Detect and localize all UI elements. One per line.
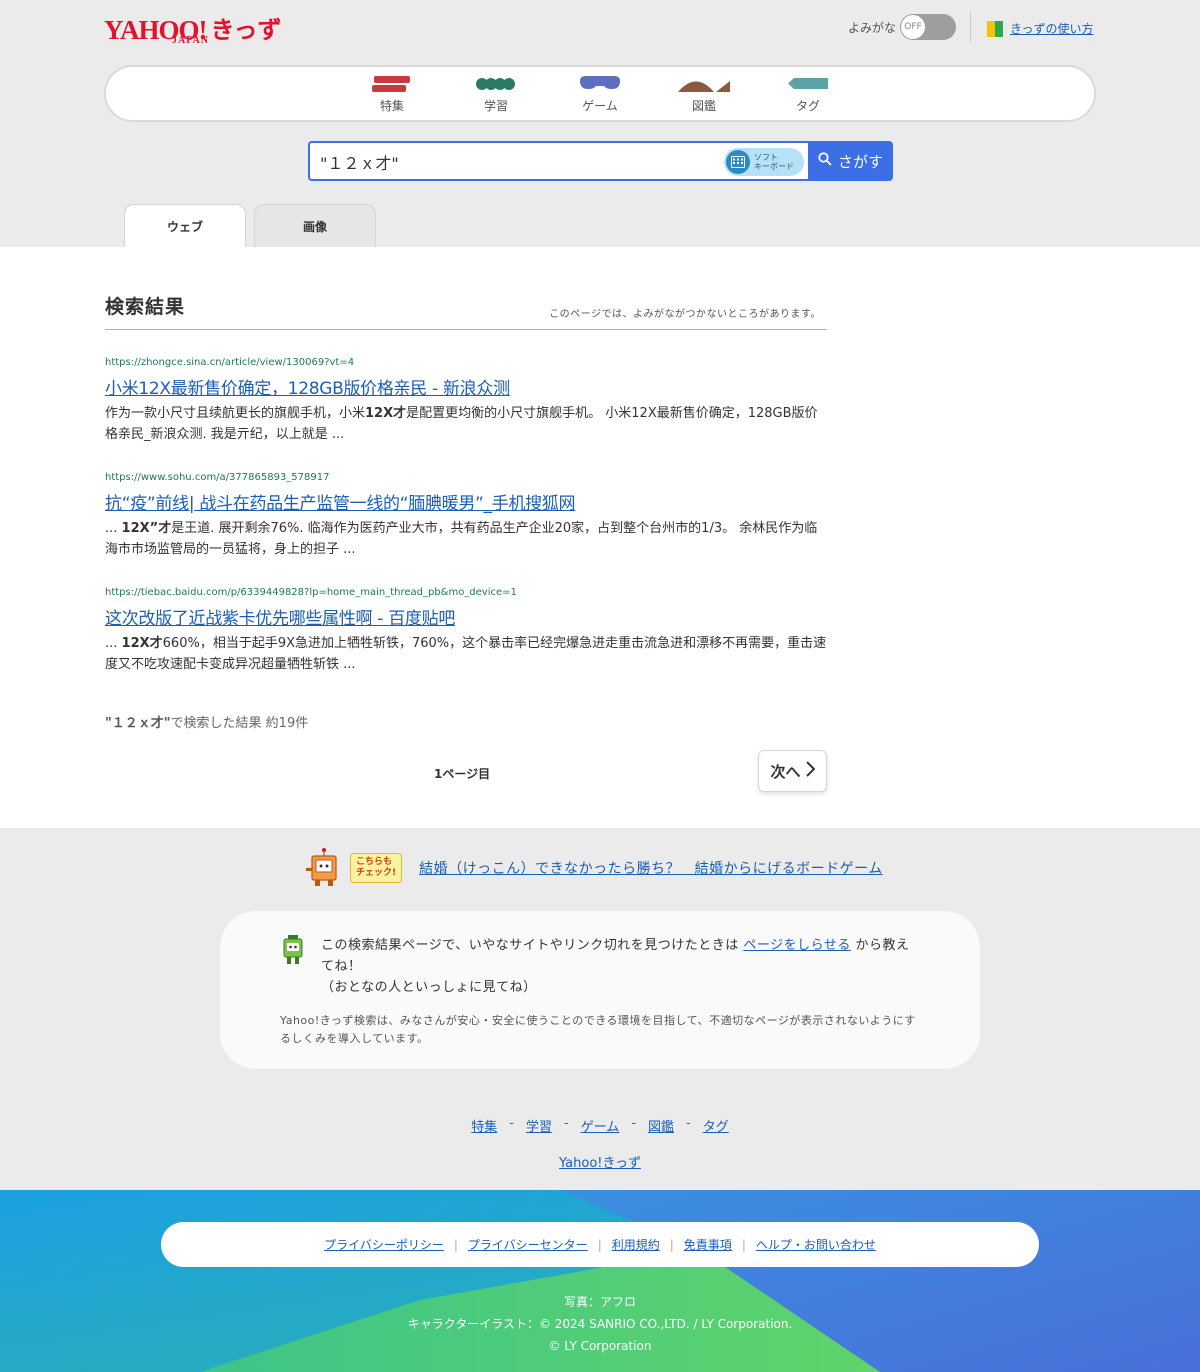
report-page-link[interactable]: ページをしらせる bbox=[743, 938, 850, 953]
search-button[interactable]: さがす bbox=[808, 141, 893, 181]
chevron-right-icon bbox=[805, 761, 815, 781]
notice-description: Yahoo!きっず検索は、みなさんが安心・安全に使うことのできる環境を目指して、… bbox=[280, 1014, 916, 1045]
howto-link[interactable]: きっずの使い方 bbox=[1010, 20, 1094, 37]
search-input[interactable] bbox=[320, 150, 720, 174]
results-header: 検索結果 このページでは、よみがながつかないところがあります。 bbox=[105, 292, 827, 330]
result-url: https://zhongce.sina.cn/article/view/130… bbox=[105, 357, 355, 368]
search-result: https://www.sohu.com/a/377865893_578917 … bbox=[105, 472, 827, 560]
yomigana-toggle-state: OFF bbox=[901, 15, 926, 39]
privacy-policy-link[interactable]: プライバシーポリシー bbox=[324, 1236, 444, 1253]
result-snippet: ... 12X才660%，相当于起手9X急进加上牺牲斩铁，760%，这个暴击率已… bbox=[105, 636, 827, 672]
mascot-icon bbox=[306, 848, 346, 888]
nav-item-game[interactable]: ゲーム bbox=[548, 67, 652, 120]
footer-link-separator: | bbox=[669, 1237, 674, 1252]
footer-nav-separator: - bbox=[563, 1116, 569, 1131]
search-icon bbox=[818, 152, 832, 170]
soft-keyboard-label: ソフト キーボード bbox=[754, 153, 794, 171]
nav-label-study: 学習 bbox=[483, 99, 508, 113]
footer-link-separator: | bbox=[741, 1237, 746, 1252]
soft-keyboard-button[interactable]: ソフト キーボード bbox=[724, 148, 804, 176]
game-icon bbox=[578, 75, 622, 93]
footer-nav-encyclopedia[interactable]: 図鑑 bbox=[648, 1116, 674, 1135]
help-contact-link[interactable]: ヘルプ・お問い合わせ bbox=[756, 1236, 876, 1253]
recommend-section: こちらも チェック! 結婚（けっこん）できなかったら勝ち？ 結婚からにげるボードゲ… bbox=[306, 848, 883, 888]
yahoo-kids-logo[interactable]: YAHOO! JAPAN きっず bbox=[104, 10, 282, 46]
yomigana-label: よみがな bbox=[848, 20, 897, 35]
nav-item-study[interactable]: 学習 bbox=[444, 67, 548, 120]
footer-link-separator: | bbox=[597, 1237, 602, 1252]
feature-icon bbox=[372, 75, 412, 93]
result-title-link[interactable]: 这次改版了近战紫卡优先哪些属性啊 - 百度贴吧 bbox=[105, 604, 827, 629]
footer: プライバシーポリシー | プライバシーセンター | 利用規約 | 免責事項 | … bbox=[0, 1190, 1200, 1372]
disclaimer-link[interactable]: 免責事項 bbox=[684, 1236, 732, 1253]
results-panel: 検索結果 このページでは、よみがながつかないところがあります。 https://… bbox=[0, 247, 1200, 828]
nav-label-tag: タグ bbox=[795, 99, 820, 113]
copyright: © LY Corporation bbox=[548, 1339, 652, 1353]
logo-kids-text: きっず bbox=[210, 16, 282, 44]
check-bubble: こちらも チェック! bbox=[350, 853, 403, 883]
nav-label-game: ゲーム bbox=[582, 99, 618, 113]
current-page: 1ページ目 bbox=[434, 767, 491, 781]
kids-home-link[interactable]: Yahoo!きっず bbox=[559, 1156, 641, 1171]
nav-item-encyclopedia[interactable]: 図鑑 bbox=[652, 67, 756, 120]
yomigana-toggle-group: よみがな OFF bbox=[848, 14, 957, 40]
study-icon bbox=[476, 75, 516, 93]
footer-credits: 写真：アフロ キャラクターイラスト：© 2024 SANRIO CO.,LTD.… bbox=[0, 1291, 1200, 1357]
illustration-credit: キャラクターイラスト：© 2024 SANRIO CO.,LTD. / LY C… bbox=[407, 1317, 793, 1331]
result-url: https://www.sohu.com/a/377865893_578917 bbox=[105, 472, 330, 483]
notice-text: この検索結果ページで、いやなサイトやリンク切れを見つけたときは ページをしらせる… bbox=[321, 938, 910, 995]
terms-link[interactable]: 利用規約 bbox=[612, 1236, 660, 1253]
next-page-label: 次へ bbox=[770, 762, 801, 781]
footer-nav-separator: - bbox=[631, 1116, 637, 1131]
footer-nav-feature[interactable]: 特集 bbox=[471, 1116, 497, 1135]
keyboard-icon bbox=[726, 150, 750, 174]
footer-link-separator: | bbox=[453, 1237, 458, 1252]
nav-label-feature: 特集 bbox=[379, 99, 404, 113]
result-url: https://tiebac.baidu.com/p/6339449828?lp… bbox=[105, 587, 517, 598]
search-tabs: ウェブ 画像 bbox=[124, 204, 376, 248]
search-result: https://zhongce.sina.cn/article/view/130… bbox=[105, 357, 827, 445]
footer-nav-game[interactable]: ゲーム bbox=[581, 1116, 620, 1135]
nav-item-feature[interactable]: 特集 bbox=[340, 67, 444, 120]
footer-nav-study[interactable]: 学習 bbox=[526, 1116, 552, 1135]
report-notice: この検索結果ページで、いやなサイトやリンク切れを見つけたときは ページをしらせる… bbox=[220, 911, 980, 1069]
header: YAHOO! JAPAN きっず よみがな OFF きっずの使い方 特集 学習 bbox=[0, 0, 1200, 248]
search-button-label: さがす bbox=[837, 152, 883, 171]
footer-category-nav: 特集 - 学習 - ゲーム - 図鑑 - タグ bbox=[0, 1116, 1200, 1135]
beginner-mark-icon bbox=[987, 20, 1003, 37]
nav-item-tag[interactable]: タグ bbox=[756, 67, 860, 120]
yomigana-note: このページでは、よみがながつかないところがあります。 bbox=[549, 309, 821, 320]
next-page-button[interactable]: 次へ bbox=[758, 750, 827, 792]
privacy-center-link[interactable]: プライバシーセンター bbox=[468, 1236, 588, 1253]
result-title-link[interactable]: 小米12X最新售价确定，128GB版价格亲民 - 新浪众测 bbox=[105, 374, 827, 399]
footer-nav-separator: - bbox=[509, 1116, 514, 1131]
nav-label-encyclopedia: 図鑑 bbox=[691, 99, 716, 113]
encyclopedia-icon bbox=[678, 75, 730, 93]
photo-credit: 写真：アフロ bbox=[563, 1295, 636, 1309]
footer-nav-tag[interactable]: タグ bbox=[703, 1116, 729, 1135]
footer-link-bar: プライバシーポリシー | プライバシーセンター | 利用規約 | 免責事項 | … bbox=[161, 1222, 1039, 1267]
search-bar: ソフトキーボード さがす bbox=[308, 141, 893, 181]
kids-home-link-wrap: Yahoo!きっず bbox=[0, 1152, 1200, 1171]
howto-group: きっずの使い方 bbox=[987, 20, 1094, 37]
tag-icon bbox=[788, 75, 828, 93]
tab-image[interactable]: 画像 bbox=[254, 204, 376, 247]
recommend-link[interactable]: 結婚（けっこん）できなかったら勝ち？ 結婚からにげるボードゲーム bbox=[419, 858, 883, 878]
search-box: ソフトキーボード bbox=[308, 141, 808, 181]
result-count: "１２ｘ才"で検索した結果 約19件 bbox=[105, 716, 309, 731]
search-result: https://tiebac.baidu.com/p/6339449828?lp… bbox=[105, 587, 827, 675]
result-snippet: ... 12X”才是王道. 展开剩余76%. 临海作为医药产业大市，共有药品生产… bbox=[105, 521, 818, 557]
result-snippet: 作为一款小尺寸且续航更长的旗舰手机，小米12X才是配置更均衡的小尺寸旗舰手机。 … bbox=[105, 406, 818, 442]
logo-japan-text: JAPAN bbox=[172, 35, 210, 46]
robot-icon bbox=[282, 935, 304, 965]
category-nav: 特集 学習 ゲーム 図鑑 タグ bbox=[104, 65, 1096, 122]
footer-nav-separator: - bbox=[686, 1116, 691, 1131]
result-title-link[interactable]: 抗“疫”前线| 战斗在药品生产监管一线的“腼腆暖男”_手机搜狐网 bbox=[105, 489, 827, 514]
yomigana-toggle[interactable]: OFF bbox=[900, 14, 957, 40]
header-divider bbox=[970, 12, 971, 42]
tab-web[interactable]: ウェブ bbox=[124, 204, 246, 248]
